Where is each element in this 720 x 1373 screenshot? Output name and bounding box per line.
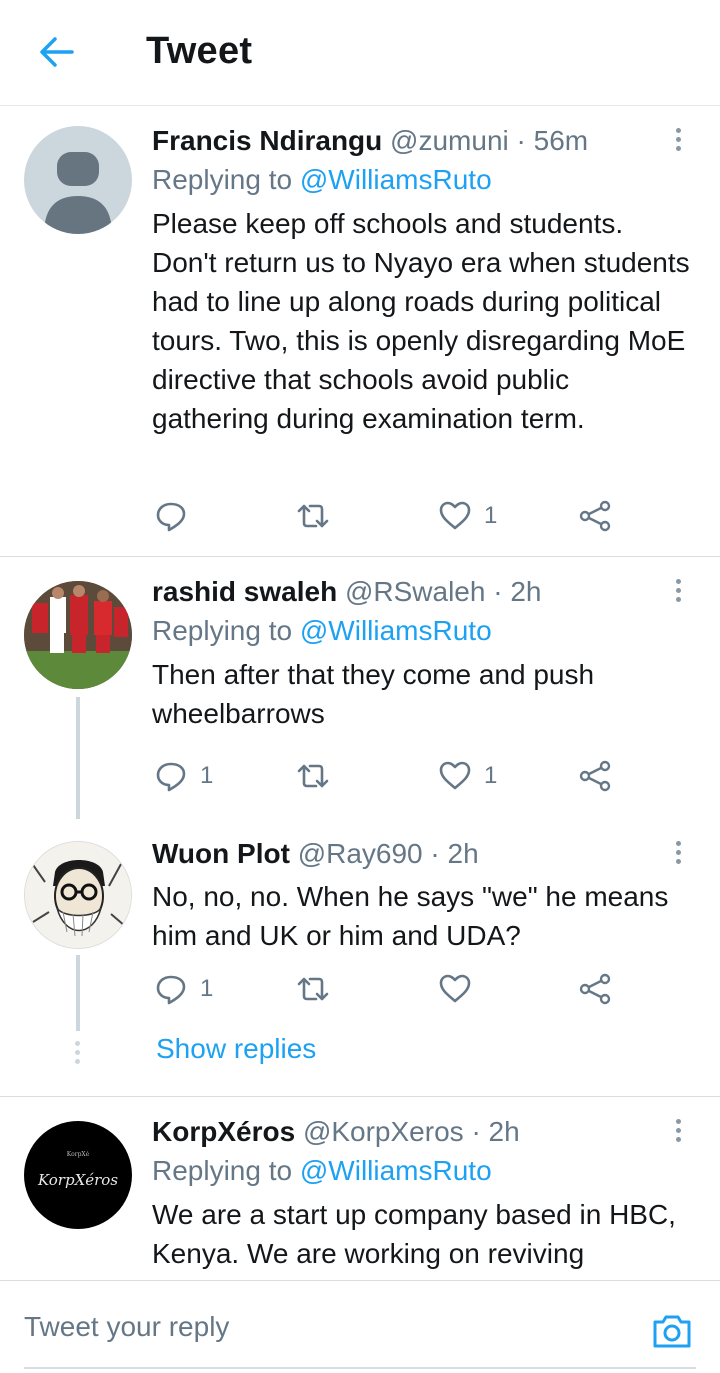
camera-icon[interactable] <box>650 1309 694 1353</box>
more-options-icon[interactable] <box>668 575 688 609</box>
retweet-button[interactable] <box>296 756 330 796</box>
reply-button[interactable] <box>154 496 200 536</box>
thread-connector <box>76 697 80 819</box>
avatar-default[interactable] <box>24 126 132 234</box>
author-handle[interactable]: @RSwaleh <box>345 576 485 607</box>
thread-dots <box>75 1041 81 1068</box>
avatar-logo-small-text: KorpXé <box>66 1151 90 1158</box>
avatar-logo[interactable]: KorpXé KorpXéros <box>24 1121 132 1229</box>
page-title: Tweet <box>146 30 253 72</box>
like-count: 1 <box>484 762 498 789</box>
retweet-icon <box>297 764 329 788</box>
tweet-author-line: Wuon Plot @Ray690 · 2h <box>152 837 690 871</box>
more-options-icon[interactable] <box>668 1115 688 1149</box>
tweet-reply[interactable]: Wuon Plot @Ray690 · 2h No, no, no. When … <box>0 819 720 1097</box>
reply-count: 1 <box>200 975 214 1002</box>
share-icon <box>579 973 611 1005</box>
heart-icon <box>439 501 471 530</box>
author-name[interactable]: KorpXéros <box>152 1116 295 1147</box>
replying-mention-link[interactable]: @WilliamsRuto <box>300 1155 492 1186</box>
heart-icon <box>439 761 471 790</box>
tweet-time: · 2h <box>471 1116 520 1147</box>
tweet-reply[interactable]: KorpXé KorpXéros KorpXéros @KorpXeros · … <box>0 1097 720 1280</box>
replying-to: Replying to @WilliamsRuto <box>152 162 690 198</box>
avatar-photo[interactable] <box>24 581 132 689</box>
tweet-actions: 1 <box>154 496 634 536</box>
author-handle[interactable]: @KorpXeros <box>303 1116 464 1147</box>
share-button[interactable] <box>578 969 612 1009</box>
reply-count: 1 <box>200 762 214 789</box>
back-arrow-icon[interactable] <box>34 30 78 74</box>
like-button[interactable]: 1 <box>438 496 497 536</box>
reply-compose-bar: Tweet your reply <box>0 1280 720 1373</box>
like-button[interactable]: 1 <box>438 756 497 796</box>
tweet-actions: 1 1 <box>154 756 634 796</box>
replying-mention-link[interactable]: @WilliamsRuto <box>300 164 492 195</box>
more-options-icon[interactable] <box>668 124 688 158</box>
share-button[interactable] <box>578 756 612 796</box>
top-bar: Tweet <box>0 0 720 106</box>
tweet-text: Please keep off schools and students. Do… <box>152 208 690 434</box>
author-name[interactable]: rashid swaleh <box>152 576 337 607</box>
tweet-time: · 56m <box>516 125 589 156</box>
author-handle[interactable]: @zumuni <box>390 125 509 156</box>
heart-icon <box>439 974 471 1003</box>
replying-prefix: Replying to <box>152 1155 293 1186</box>
avatar-logo-text: KorpXéros <box>37 1171 119 1189</box>
replying-mention-link[interactable]: @WilliamsRuto <box>300 615 492 646</box>
retweet-button[interactable] <box>296 496 330 536</box>
tweet-text: Then after that they come and push wheel… <box>152 659 595 729</box>
tweet-actions: 1 <box>154 969 634 1009</box>
tweet-reply[interactable]: rashid swaleh @RSwaleh · 2h Replying to … <box>0 557 720 819</box>
tweet-author-line: KorpXéros @KorpXeros · 2h <box>152 1115 690 1149</box>
replying-prefix: Replying to <box>152 164 293 195</box>
tweet-text: No, no, no. When he says "we" he means h… <box>152 881 669 951</box>
replying-to: Replying to @WilliamsRuto <box>152 613 690 649</box>
retweet-icon <box>297 977 329 1001</box>
replying-to: Replying to @WilliamsRuto <box>152 1153 690 1189</box>
tweet-time: · 2h <box>493 576 542 607</box>
share-button[interactable] <box>578 496 612 536</box>
author-handle[interactable]: @Ray690 <box>298 838 423 869</box>
tweet-author-line: Francis Ndirangu @zumuni · 56m <box>152 124 690 158</box>
author-name[interactable]: Wuon Plot <box>152 838 290 869</box>
like-button[interactable] <box>438 969 472 1009</box>
show-replies-link[interactable]: Show replies <box>156 1033 316 1065</box>
reply-bubble-icon <box>156 502 186 532</box>
reply-bubble-icon <box>156 975 186 1005</box>
tweet-time: · 2h <box>430 838 479 869</box>
tweet-author-line: rashid swaleh @RSwaleh · 2h <box>152 575 690 609</box>
share-icon <box>579 760 611 792</box>
reply-button[interactable]: 1 <box>154 969 213 1009</box>
like-count: 1 <box>484 502 498 529</box>
reply-button[interactable]: 1 <box>154 756 213 796</box>
more-options-icon[interactable] <box>668 837 688 871</box>
retweet-button[interactable] <box>296 969 330 1009</box>
replying-prefix: Replying to <box>152 615 293 646</box>
retweet-icon <box>297 504 329 528</box>
tweet-reply[interactable]: Francis Ndirangu @zumuni · 56m Replying … <box>0 106 720 557</box>
input-underline <box>24 1367 696 1369</box>
reply-bubble-icon <box>156 762 186 792</box>
share-icon <box>579 500 611 532</box>
author-name[interactable]: Francis Ndirangu <box>152 125 382 156</box>
reply-input[interactable]: Tweet your reply <box>24 1311 229 1343</box>
tweet-text: We are a start up company based in HBC, … <box>152 1199 676 1269</box>
thread-connector <box>76 955 80 1031</box>
avatar-sketch[interactable] <box>24 841 132 949</box>
